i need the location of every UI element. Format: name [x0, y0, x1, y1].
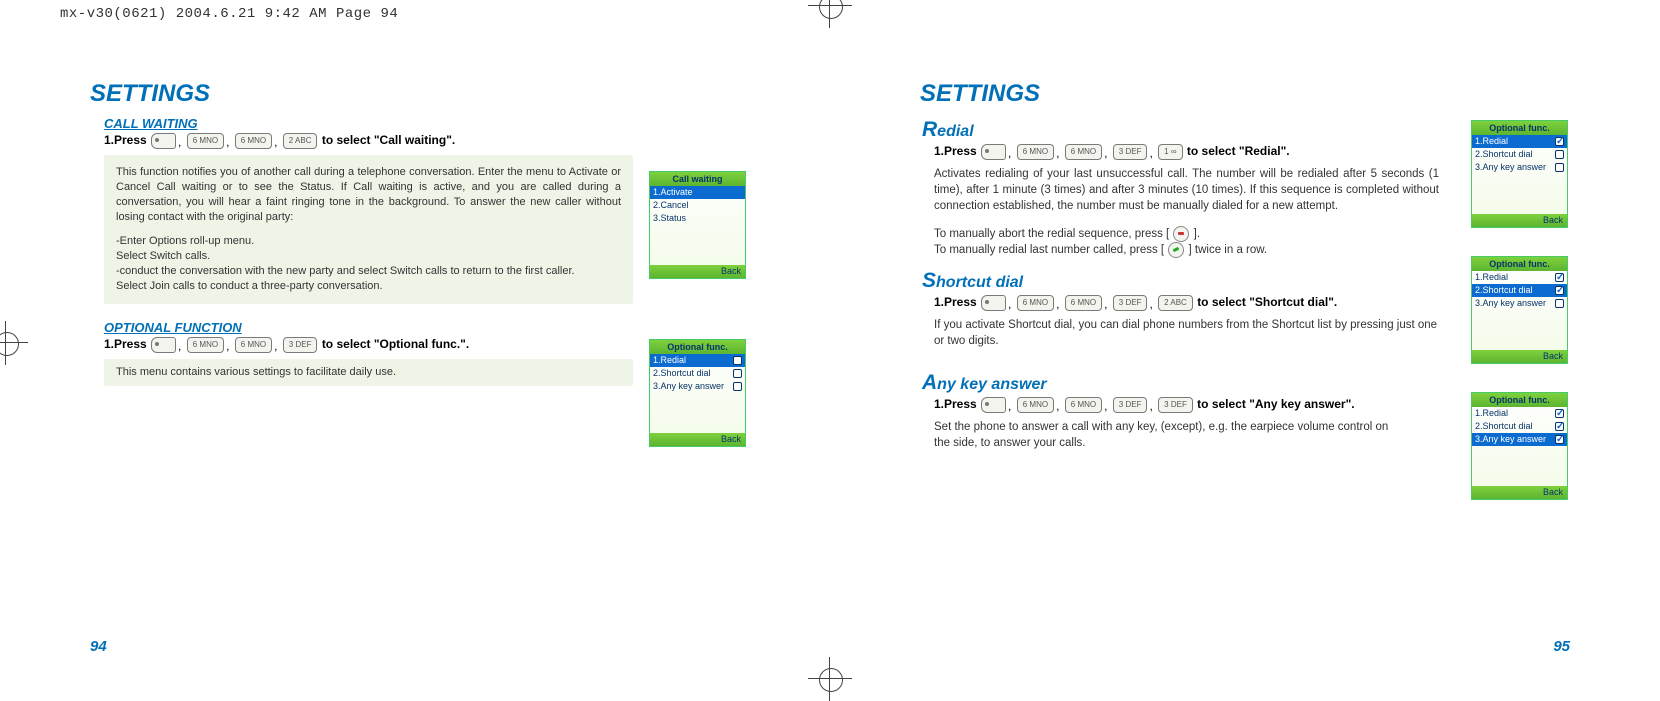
key-3: 3 DEF [1113, 295, 1148, 311]
page-94: SETTINGS CALL WAITING 1.Press , 6 MNO, 6… [0, 0, 830, 685]
key-6: 6 MNO [1017, 144, 1054, 160]
mock-back-label: Back [650, 433, 745, 446]
press-prefix: 1.Press [934, 295, 977, 309]
desc-anykey: Set the phone to answer a call with any … [934, 419, 1394, 451]
mock-row-shortcut: 2.Shortcut dial [1472, 148, 1567, 161]
mock-row-anykey: 3.Any key answer [650, 380, 745, 393]
key-1: 1 ∞ [1158, 144, 1182, 160]
mock-back-label: Back [1472, 486, 1567, 499]
right-text-column: Redial 1.Press , 6 MNO, 6 MNO, 3 DEF, 1 … [920, 118, 1430, 451]
heading-shortcut: Shortcut dial [922, 269, 1430, 293]
mock-back-label: Back [1472, 214, 1567, 227]
mock-back-label: Back [1472, 350, 1567, 363]
mock-title: Call waiting [650, 172, 745, 186]
key-6: 6 MNO [1017, 397, 1054, 413]
right-mock-column: Optional func. 1.Redial 2.Shortcut dial … [1471, 120, 1568, 510]
mock-row-anykey: 3.Any key answer [1472, 297, 1567, 310]
key-3: 3 DEF [1113, 144, 1148, 160]
heading-optional-func: OPTIONAL FUNCTION [104, 320, 740, 335]
talk-key-icon [1168, 242, 1184, 258]
mock-row-activate: 1.Activate [650, 186, 745, 199]
page-number-right: 95 [1553, 638, 1570, 655]
softkey-icon [981, 397, 1006, 413]
softkey-icon [151, 337, 176, 353]
press-suffix: to select "Any key answer". [1197, 397, 1354, 411]
desc-call-waiting: This function notifies you of another ca… [104, 155, 633, 304]
mock-row-redial: 1.Redial [650, 354, 745, 367]
mock-row-anykey: 3.Any key answer [1472, 161, 1567, 174]
press-line-anykey: 1.Press , 6 MNO, 6 MNO, 3 DEF, 3 DEF to … [934, 397, 1430, 413]
press-prefix: 1.Press [104, 337, 147, 351]
press-suffix: to select "Redial". [1187, 144, 1290, 158]
key-3: 3 DEF [283, 337, 318, 353]
press-suffix: to select "Call waiting". [322, 133, 455, 147]
press-suffix: to select "Shortcut dial". [1197, 295, 1337, 309]
desc-shortcut: If you activate Shortcut dial, you can d… [934, 317, 1439, 349]
press-line-redial: 1.Press , 6 MNO, 6 MNO, 3 DEF, 1 ∞ to se… [934, 144, 1430, 160]
section-title-left: SETTINGS [90, 80, 740, 108]
end-key-icon [1173, 226, 1189, 242]
key-6: 6 MNO [187, 337, 224, 353]
mock-row-shortcut: 2.Shortcut dial [650, 367, 745, 380]
heading-redial: Redial [922, 118, 1430, 142]
mock-row-cancel: 2.Cancel [650, 199, 745, 212]
press-line-optional: 1.Press , 6 MNO, 6 MNO, 3 DEF to select … [104, 337, 633, 353]
desc-redial-keys: To manually abort the redial sequence, p… [934, 226, 1439, 258]
key-2: 2 ABC [1158, 295, 1193, 311]
press-prefix: 1.Press [104, 133, 147, 147]
desc-p1: This function notifies you of another ca… [116, 165, 621, 224]
softkey-icon [981, 144, 1006, 160]
heading-anykey: Any key answer [922, 371, 1430, 395]
spread: mx-v30(0621) 2004.6.21 9:42 AM Page 94 S… [0, 0, 1660, 685]
mock-row-shortcut: 2.Shortcut dial [1472, 284, 1567, 297]
mock-back-label: Back [650, 265, 745, 278]
mock-redial: Optional func. 1.Redial 2.Shortcut dial … [1471, 120, 1568, 228]
desc-optional: This menu contains various settings to f… [104, 359, 633, 386]
page-95: SETTINGS Optional func. 1.Redial 2.Short… [830, 0, 1660, 685]
call-waiting-body: 1.Press , 6 MNO, 6 MNO, 2 ABC to select … [90, 133, 633, 312]
key-3: 3 DEF [1113, 397, 1148, 413]
press-line-call-waiting: 1.Press , 6 MNO, 6 MNO, 2 ABC to select … [104, 133, 633, 149]
press-prefix: 1.Press [934, 397, 977, 411]
mock-row-anykey: 3.Any key answer [1472, 433, 1567, 446]
key-6: 6 MNO [1017, 295, 1054, 311]
key-6: 6 MNO [1065, 295, 1102, 311]
key-6: 6 MNO [187, 133, 224, 149]
desc-redial: Activates redialing of your last unsucce… [934, 166, 1439, 214]
section-title-right: SETTINGS [920, 80, 1570, 108]
mock-call-waiting: Call waiting 1.Activate 2.Cancel 3.Statu… [649, 171, 746, 279]
key-6: 6 MNO [1065, 144, 1102, 160]
heading-call-waiting: CALL WAITING [104, 116, 740, 131]
key-6: 6 MNO [235, 337, 272, 353]
mock-optional-func: Optional func. 1.Redial 2.Shortcut dial … [649, 339, 746, 447]
mock-row-shortcut: 2.Shortcut dial [1472, 420, 1567, 433]
key-2: 2 ABC [283, 133, 318, 149]
press-suffix: to select "Optional func.". [322, 337, 469, 351]
key-6: 6 MNO [1065, 397, 1102, 413]
press-line-shortcut: 1.Press , 6 MNO, 6 MNO, 3 DEF, 2 ABC to … [934, 295, 1430, 311]
mock-title: Optional func. [650, 340, 745, 354]
key-6: 6 MNO [235, 133, 272, 149]
abort-line: To manually abort the redial sequence, p… [934, 228, 1172, 240]
mock-row-redial: 1.Redial [1472, 271, 1567, 284]
optional-func-body: 1.Press , 6 MNO, 6 MNO, 3 DEF to select … [90, 337, 633, 394]
key-3: 3 DEF [1158, 397, 1193, 413]
mock-row-redial: 1.Redial [1472, 135, 1567, 148]
page-number-left: 94 [90, 638, 107, 655]
softkey-icon [151, 133, 176, 149]
mock-row-status: 3.Status [650, 212, 745, 225]
mock-row-redial: 1.Redial [1472, 407, 1567, 420]
mock-anykey: Optional func. 1.Redial 2.Shortcut dial … [1471, 392, 1568, 500]
softkey-icon [981, 295, 1006, 311]
mock-title: Optional func. [1472, 257, 1567, 271]
desc-p2: -Enter Options roll-up menu. Select Swit… [116, 234, 621, 293]
manual-line: To manually redial last number called, p… [934, 244, 1167, 256]
press-prefix: 1.Press [934, 144, 977, 158]
mock-title: Optional func. [1472, 121, 1567, 135]
mock-title: Optional func. [1472, 393, 1567, 407]
mock-shortcut: Optional func. 1.Redial 2.Shortcut dial … [1471, 256, 1568, 364]
